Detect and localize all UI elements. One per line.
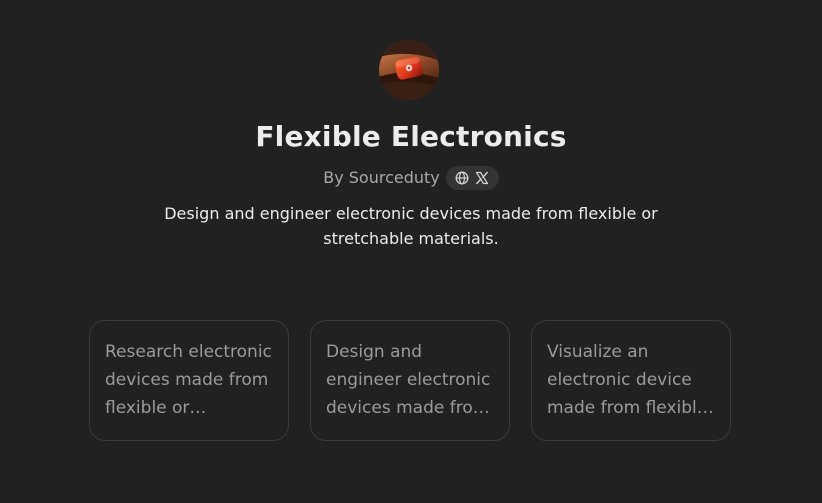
social-links-pill[interactable]	[445, 166, 499, 190]
gpt-title: Flexible Electronics	[255, 120, 567, 153]
gpt-profile-page: Flexible Electronics By Sourceduty Desig…	[0, 0, 822, 503]
conversation-starter-card[interactable]: Research electronic devices made from fl…	[89, 320, 289, 441]
author-label: By Sourceduty	[323, 168, 440, 187]
globe-icon[interactable]	[455, 171, 469, 185]
conversation-starter-card[interactable]: Design and engineer electronic devices m…	[310, 320, 510, 441]
conversation-starters: Research electronic devices made from fl…	[89, 320, 731, 441]
flexible-device-image	[379, 40, 439, 100]
conversation-starter-text: Visualize an electronic device made from…	[547, 342, 708, 418]
gpt-avatar	[379, 40, 439, 100]
conversation-starter-text: Research electronic devices made from fl…	[105, 342, 272, 418]
author-row: By Sourceduty	[0, 164, 822, 192]
x-logo-icon[interactable]	[475, 171, 489, 185]
conversation-starter-text: Design and engineer electronic devices m…	[326, 342, 491, 418]
conversation-starter-card[interactable]: Visualize an electronic device made from…	[531, 320, 731, 441]
gpt-description: Design and engineer electronic devices m…	[164, 204, 658, 248]
